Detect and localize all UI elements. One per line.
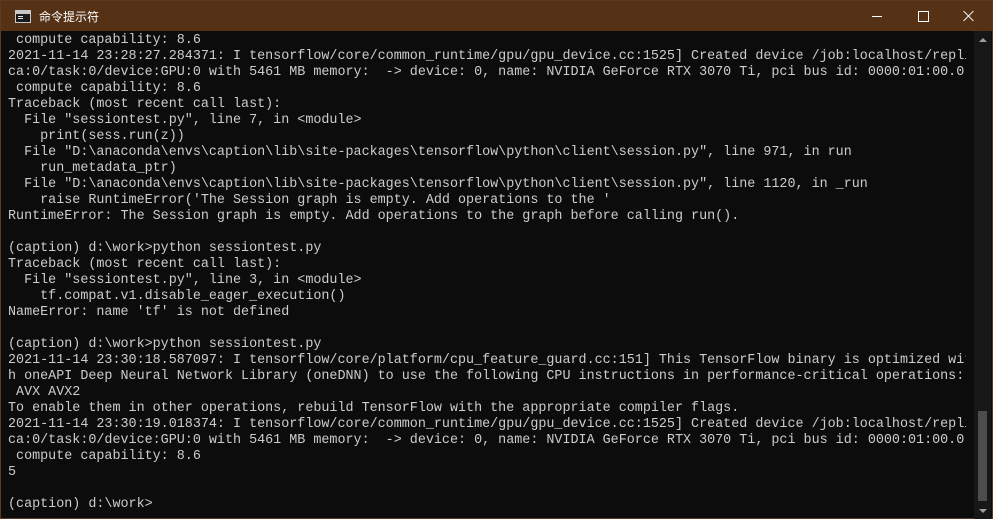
console-line: 2021-11-14 23:30:18.587097: I tensorflow… — [8, 353, 966, 368]
console-line: 2021-11-14 23:28:27.284371: I tensorflow… — [8, 49, 966, 64]
console-line: run_metadata_ptr) — [8, 161, 177, 176]
console-line: compute capability: 8.6 — [8, 33, 201, 48]
console-line: AVX AVX2 — [8, 385, 81, 400]
scroll-thumb[interactable] — [978, 411, 987, 501]
console-line: RuntimeError: The Session graph is empty… — [8, 209, 740, 224]
console-line: ca:0/task:0/device:GPU:0 with 5461 MB me… — [8, 65, 966, 80]
vertical-scrollbar[interactable] — [974, 31, 991, 519]
maximize-icon — [917, 10, 929, 22]
close-button[interactable] — [946, 1, 992, 31]
window-title: 命令提示符 — [39, 9, 100, 24]
console-line: Traceback (most recent call last): — [8, 257, 282, 272]
console-line: print(sess.run(z)) — [8, 129, 185, 144]
console-line: ca:0/task:0/device:GPU:0 with 5461 MB me… — [8, 433, 966, 448]
maximize-button[interactable] — [900, 1, 946, 31]
minimize-icon — [872, 15, 882, 17]
console-line: (caption) d:\work>python sessiontest.py — [8, 241, 322, 256]
console-line: NameError: name 'tf' is not defined — [8, 305, 290, 320]
console-line: To enable them in other operations, rebu… — [8, 401, 740, 416]
console-line: File "sessiontest.py", line 7, in <modul… — [8, 113, 362, 128]
console-line: compute capability: 8.6 — [8, 449, 201, 464]
arrow-up-icon — [978, 37, 987, 42]
console-line: 5 — [8, 465, 17, 480]
arrow-down-icon — [978, 508, 987, 513]
title-bar[interactable]: 命令提示符 — [1, 1, 992, 31]
scroll-down-button[interactable] — [974, 502, 991, 519]
console-line: 2021-11-14 23:30:19.018374: I tensorflow… — [8, 417, 966, 432]
console-line: File "D:\anaconda\envs\caption\lib\site-… — [8, 145, 852, 160]
console-line: compute capability: 8.6 — [8, 81, 201, 96]
minimize-button[interactable] — [854, 1, 900, 31]
console-line: (caption) d:\work> — [8, 497, 153, 512]
scroll-up-button[interactable] — [974, 31, 991, 48]
console-line: Traceback (most recent call last): — [8, 97, 282, 112]
console-icon[interactable] — [15, 9, 31, 23]
console-line: h oneAPI Deep Neural Network Library (on… — [8, 369, 965, 384]
console-line: (caption) d:\work>python sessiontest.py — [8, 337, 322, 352]
console-line: raise RuntimeError('The Session graph is… — [8, 193, 611, 208]
console-line: tf.compat.v1.disable_eager_execution() — [8, 289, 346, 304]
console-line: File "sessiontest.py", line 3, in <modul… — [8, 273, 362, 288]
command-prompt-window: 命令提示符 compute capability: 8.6 2021-11-14 … — [0, 0, 993, 519]
console-line: File "D:\anaconda\envs\caption\lib\site-… — [8, 177, 868, 192]
caption-buttons — [854, 1, 992, 31]
console-output[interactable]: compute capability: 8.6 2021-11-14 23:28:… — [8, 33, 966, 517]
close-icon — [963, 10, 975, 22]
